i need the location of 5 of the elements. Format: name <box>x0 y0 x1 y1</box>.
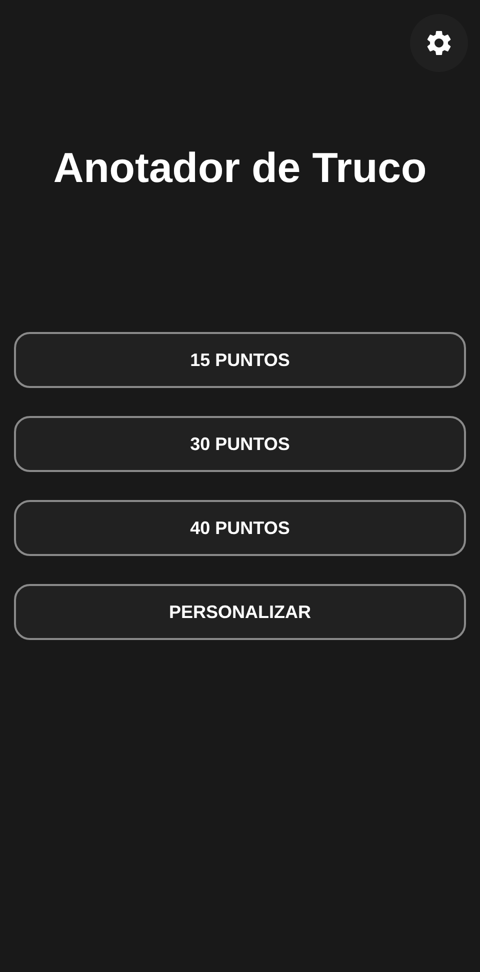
option-button[interactable]: PERSONALIZAR <box>14 584 466 640</box>
app-title: Anotador de Truco <box>52 144 428 192</box>
option-button[interactable]: 40 PUNTOS <box>14 500 466 556</box>
option-button[interactable]: 30 PUNTOS <box>14 416 466 472</box>
option-button[interactable]: 15 PUNTOS <box>14 332 466 388</box>
